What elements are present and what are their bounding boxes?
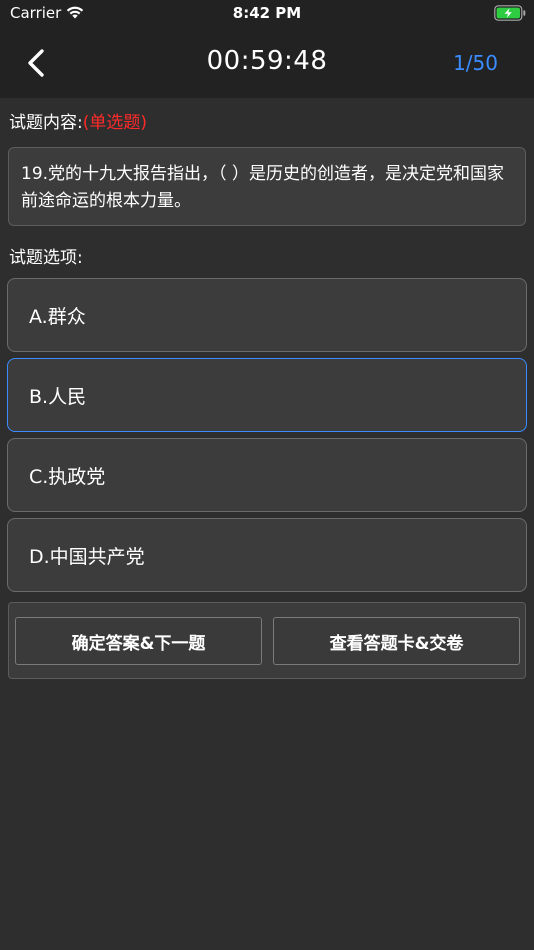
nav-bar: 00:59:48 1/50 <box>0 28 534 98</box>
option-label: D.中国共产党 <box>29 545 145 568</box>
confirm-next-button[interactable]: 确定答案&下一题 <box>15 617 262 665</box>
question-text: 19.党的十九大报告指出，（ ）是历史的创造者，是决定党和国家前途命运的根本力量… <box>8 147 526 226</box>
question-progress[interactable]: 1/50 <box>453 51 498 75</box>
option-b[interactable]: B.人民 <box>7 358 527 432</box>
option-a[interactable]: A.群众 <box>7 278 527 352</box>
answer-card-submit-button[interactable]: 查看答题卡&交卷 <box>273 617 520 665</box>
action-panel: 确定答案&下一题 查看答题卡&交卷 <box>8 602 526 679</box>
option-c[interactable]: C.执政党 <box>7 438 527 512</box>
question-type-badge: (单选题) <box>82 113 147 133</box>
question-content-label: 试题内容: <box>9 113 83 133</box>
option-label: A.群众 <box>29 305 86 328</box>
battery-charging-icon <box>494 5 526 21</box>
option-d[interactable]: D.中国共产党 <box>7 518 527 592</box>
question-section-label: 试题内容:(单选题) <box>9 108 147 133</box>
status-bar: Carrier 8:42 PM <box>0 0 534 28</box>
status-time: 8:42 PM <box>232 4 302 22</box>
options-section-label: 试题选项: <box>9 248 83 268</box>
option-label: C.执政党 <box>29 465 106 488</box>
option-label: B.人民 <box>29 385 87 408</box>
exam-screen: Carrier 8:42 PM 00:59:48 1/50 试题内容:(单选题)… <box>0 0 534 950</box>
